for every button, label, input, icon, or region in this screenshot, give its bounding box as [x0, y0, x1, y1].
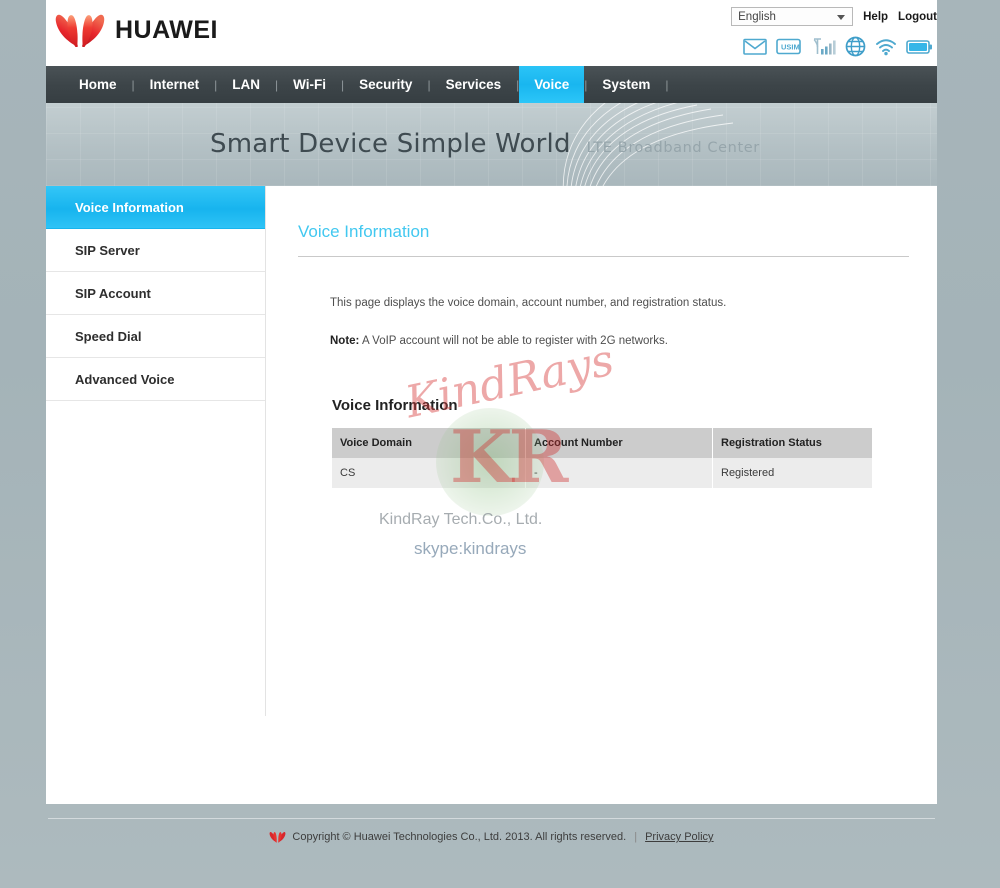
page-footer: Copyright © Huawei Technologies Co., Ltd… [46, 818, 937, 844]
sidebar-item-speed-dial[interactable]: Speed Dial [46, 315, 265, 358]
language-select-value: English [738, 10, 776, 23]
voice-information-table: Voice Domain Account Number Registration… [332, 428, 872, 489]
logout-link[interactable]: Logout [898, 11, 937, 23]
watermark-company: KindRay Tech.Co., Ltd. [379, 511, 543, 528]
column-header-voice-domain: Voice Domain [332, 428, 526, 458]
note-label: Note: [330, 335, 360, 347]
sidebar-item-advanced-voice[interactable]: Advanced Voice [46, 358, 265, 401]
battery-icon[interactable] [906, 39, 933, 60]
status-icon-bar: USIM [717, 36, 937, 62]
header-controls: English Help Logout USIM [717, 7, 937, 62]
nav-item-security[interactable]: Security [344, 66, 427, 103]
cell-account-number: - [525, 458, 713, 489]
cell-registration-status: Registered [712, 458, 872, 489]
brand-logo: HUAWEI [54, 10, 218, 50]
sidebar-item-sip-server[interactable]: SIP Server [46, 229, 265, 272]
nav-item-wifi[interactable]: Wi-Fi [278, 66, 341, 103]
svg-text:USIM: USIM [781, 43, 800, 52]
banner-headline: Smart Device Simple World [210, 129, 571, 159]
nav-item-internet[interactable]: Internet [135, 66, 215, 103]
title-divider [298, 256, 909, 257]
nav-item-system[interactable]: System [587, 66, 665, 103]
page-title: Voice Information [298, 222, 430, 241]
sidebar-item-sip-account[interactable]: SIP Account [46, 272, 265, 315]
section-title: Voice Information [332, 397, 458, 414]
page-description: This page displays the voice domain, acc… [330, 297, 727, 309]
signal-bars-icon[interactable] [810, 37, 836, 61]
nav-item-home[interactable]: Home [64, 66, 132, 103]
page-note: Note: A VoIP account will not be able to… [330, 335, 909, 347]
nav-separator: | [665, 77, 669, 92]
page-header: HUAWEI English Help Logout USIM [46, 0, 937, 66]
chevron-down-icon [837, 14, 846, 20]
huawei-flower-logo-icon [269, 830, 286, 844]
sidebar-menu: Voice Information SIP Server SIP Account… [46, 186, 265, 401]
wifi-icon[interactable] [875, 38, 897, 61]
usim-card-icon[interactable]: USIM [776, 38, 801, 60]
content-area: Voice Information SIP Server SIP Account… [46, 186, 937, 804]
footer-separator: | [634, 831, 638, 843]
table-header-row: Voice Domain Account Number Registration… [332, 428, 872, 458]
app-page: HUAWEI English Help Logout USIM Home | I… [46, 0, 937, 888]
privacy-policy-link[interactable]: Privacy Policy [645, 831, 713, 843]
main-navigation: Home | Internet | LAN | Wi-Fi | Security… [46, 66, 937, 103]
note-text: A VoIP account will not be able to regis… [359, 335, 668, 347]
nav-item-services[interactable]: Services [431, 66, 517, 103]
brand-name: HUAWEI [115, 15, 218, 44]
main-panel: Voice Information This page displays the… [298, 186, 909, 489]
huawei-flower-logo-icon [54, 10, 106, 50]
table-row: CS - Registered [332, 458, 872, 489]
hero-banner: Smart Device Simple World LTE Broadband … [46, 103, 937, 186]
sidebar-divider [265, 186, 266, 716]
column-header-account-number: Account Number [525, 428, 713, 458]
sidebar-item-voice-information[interactable]: Voice Information [46, 186, 265, 229]
banner-subtitle: LTE Broadband Center [586, 140, 760, 156]
globe-network-icon[interactable] [845, 36, 866, 62]
banner-text: Smart Device Simple World LTE Broadband … [210, 129, 760, 159]
nav-item-voice[interactable]: Voice [519, 66, 585, 103]
column-header-registration-status: Registration Status [712, 428, 872, 458]
watermark-skype: skype:kindrays [414, 539, 527, 558]
help-link[interactable]: Help [863, 11, 888, 23]
cell-voice-domain: CS [332, 458, 526, 489]
footer-copyright: Copyright © Huawei Technologies Co., Ltd… [292, 831, 627, 843]
sms-envelope-icon[interactable] [743, 38, 767, 60]
nav-item-lan[interactable]: LAN [217, 66, 275, 103]
language-select[interactable]: English [731, 7, 854, 26]
